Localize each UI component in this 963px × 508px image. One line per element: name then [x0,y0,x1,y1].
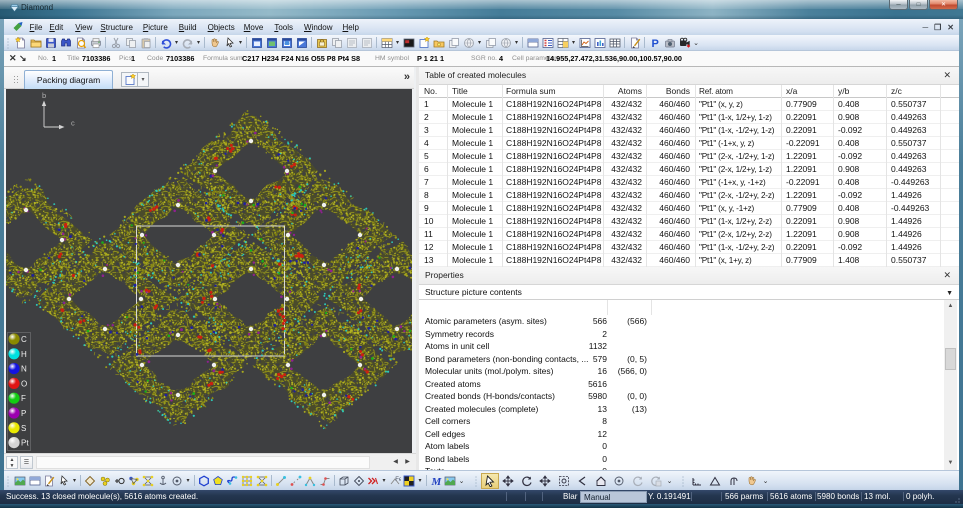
svg-text:C: C [21,335,27,344]
svg-text:b: b [42,91,46,100]
svg-text:c: c [71,119,75,128]
svg-text:Fe: Fe [395,477,401,483]
svg-text:O: O [21,379,27,388]
svg-text:S: S [21,424,26,433]
svg-text:Pt: Pt [21,439,29,448]
svg-text:P: P [651,38,658,49]
svg-text:F: F [21,394,26,403]
svg-text:M: M [430,476,442,487]
svg-text:H: H [21,350,27,359]
svg-text:N: N [21,365,27,374]
svg-text:P: P [21,409,26,418]
